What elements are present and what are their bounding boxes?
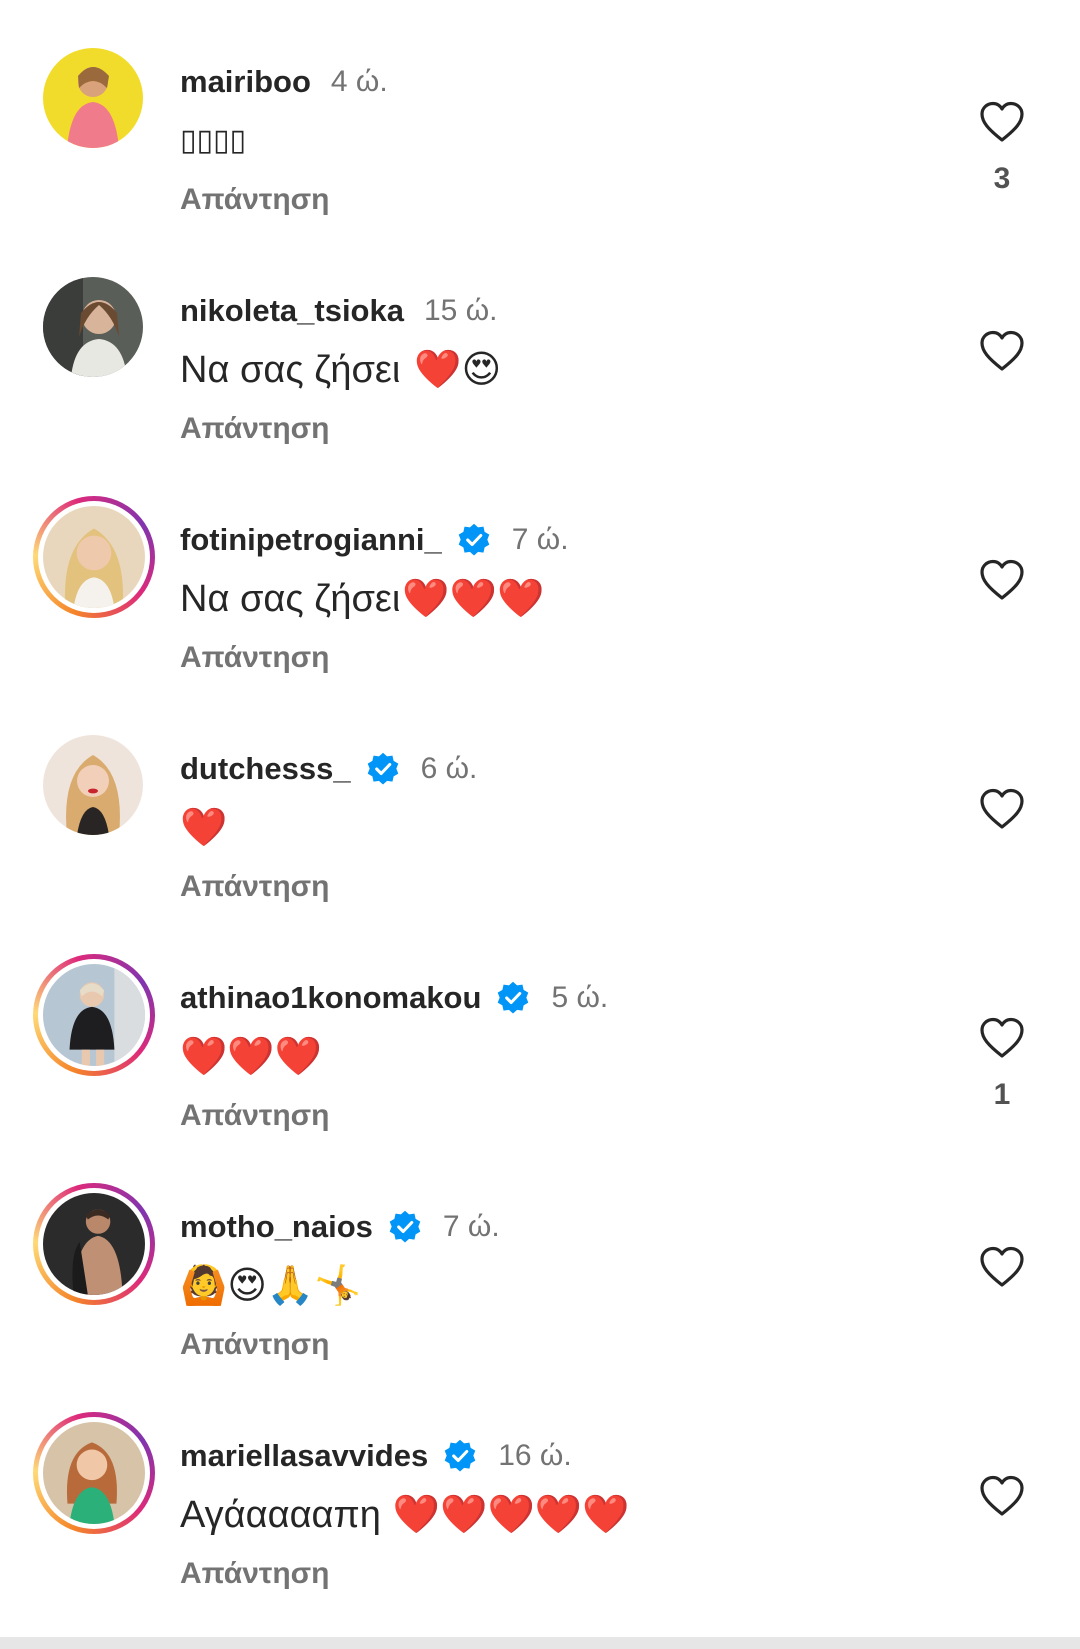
reply-button[interactable]: Απάντηση: [180, 1099, 330, 1133]
comment-emojis: ❤️❤️❤️: [402, 578, 545, 620]
like-button[interactable]: [980, 788, 1024, 830]
comment-text: Να σας ζήσει ❤️❤️❤️: [180, 574, 544, 624]
comment-time: 16 ώ.: [498, 1439, 572, 1472]
verified-badge-icon: [442, 1438, 478, 1474]
bottom-divider: [0, 1637, 1080, 1649]
like-count: 3: [993, 162, 1011, 195]
heart-outline-icon: [980, 101, 1024, 142]
avatar[interactable]: [33, 1412, 155, 1534]
like-button[interactable]: [980, 101, 1024, 143]
like-button[interactable]: [980, 1475, 1024, 1517]
username[interactable]: mairiboo: [180, 64, 311, 100]
verified-badge-icon: [365, 751, 401, 787]
comment-text: Αγάααααπη ❤️❤️❤️❤️❤️: [180, 1490, 629, 1540]
comment-item: mairiboo 4 ώ. ▯▯▯▯ Απάντηση 3: [0, 0, 1080, 229]
comment-item: fotinipetrogianni_ 7 ώ. Να σας ζήσει ❤️❤…: [0, 458, 1080, 687]
reply-button[interactable]: Απάντηση: [180, 641, 330, 675]
comment-item: mariellasavvides 16 ώ. Αγάααααπη ❤️❤️❤️❤…: [0, 1374, 1080, 1603]
like-button[interactable]: [980, 330, 1024, 372]
reply-button[interactable]: Απάντηση: [180, 412, 330, 446]
comment-meta: mariellasavvides 16 ώ.: [180, 1436, 572, 1476]
comment-time: 4 ώ.: [330, 65, 388, 98]
heart-outline-icon: [980, 788, 1024, 829]
comment-time: 7 ώ.: [442, 1210, 500, 1243]
reply-button[interactable]: Απάντηση: [180, 1557, 330, 1591]
like-button[interactable]: [980, 1017, 1024, 1059]
avatar[interactable]: [33, 496, 155, 618]
comment-meta: athinao1konomakou 5 ώ.: [180, 978, 608, 1018]
verified-badge-icon: [495, 980, 531, 1016]
username[interactable]: athinao1konomakou: [180, 980, 481, 1016]
comment-meta: motho_naios 7 ώ.: [180, 1207, 500, 1247]
username[interactable]: dutchesss_: [180, 751, 351, 787]
comment-item: nikoleta_tsioka 15 ώ. Να σας ζήσει ❤️😍 Α…: [0, 229, 1080, 458]
comment-text: ❤️❤️❤️: [180, 1032, 322, 1082]
avatar[interactable]: [43, 277, 143, 377]
comments-list: mairiboo 4 ώ. ▯▯▯▯ Απάντηση 3 nikoleta_t…: [0, 0, 1080, 1649]
comment-item: dutchesss_ 6 ώ. ❤️ Απάντηση: [0, 687, 1080, 916]
heart-outline-icon: [980, 559, 1024, 600]
comment-meta: mairiboo 4 ώ.: [180, 62, 388, 102]
comment-time: 6 ώ.: [420, 752, 478, 785]
comment-item: motho_naios 7 ώ. 🙆😍🙏🤸 Απάντηση: [0, 1145, 1080, 1374]
reply-button[interactable]: Απάντηση: [180, 870, 330, 904]
comment-text: ▯▯▯▯: [180, 116, 246, 166]
comment-emojis: ❤️❤️❤️❤️❤️: [392, 1494, 630, 1536]
heart-outline-icon: [980, 1246, 1024, 1287]
comment-text: ❤️: [180, 803, 227, 853]
comment-emojis: ❤️❤️❤️: [180, 1036, 322, 1078]
comment-time: 15 ώ.: [423, 294, 498, 327]
comment-glyphs: ▯▯▯▯: [180, 123, 247, 158]
avatar[interactable]: [33, 1183, 155, 1305]
comment-time: 5 ώ.: [551, 981, 609, 1014]
comment-item: athinao1konomakou 5 ώ. ❤️❤️❤️ Απάντηση 1: [0, 916, 1080, 1145]
heart-outline-icon: [980, 1475, 1024, 1516]
heart-outline-icon: [980, 1017, 1024, 1058]
avatar[interactable]: [43, 735, 143, 835]
comment-time: 7 ώ.: [511, 523, 569, 556]
username[interactable]: mariellasavvides: [180, 1438, 428, 1474]
comment-text: Να σας ζήσει ❤️😍: [180, 345, 501, 395]
comment-meta: fotinipetrogianni_ 7 ώ.: [180, 520, 569, 560]
comment-emojis: ❤️😍: [414, 349, 502, 391]
username[interactable]: motho_naios: [180, 1209, 373, 1245]
reply-button[interactable]: Απάντηση: [180, 1328, 330, 1362]
comment-emojis: 🙆😍🙏🤸: [180, 1265, 362, 1307]
comment-body: Να σας ζήσει: [180, 349, 401, 391]
comment-body: Να σας ζήσει: [180, 578, 401, 620]
comment-emojis: ❤️: [180, 807, 228, 849]
avatar[interactable]: [33, 954, 155, 1076]
avatar[interactable]: [43, 48, 143, 148]
comment-meta: nikoleta_tsioka 15 ώ.: [180, 291, 497, 331]
comment-text: 🙆😍🙏🤸: [180, 1261, 362, 1311]
like-button[interactable]: [980, 559, 1024, 601]
username[interactable]: nikoleta_tsioka: [180, 293, 404, 329]
verified-badge-icon: [387, 1209, 423, 1245]
reply-button[interactable]: Απάντηση: [180, 183, 330, 217]
username[interactable]: fotinipetrogianni_: [180, 522, 442, 558]
comment-body: Αγάααααπη: [180, 1494, 381, 1536]
like-button[interactable]: [980, 1246, 1024, 1288]
comment-meta: dutchesss_ 6 ώ.: [180, 749, 477, 789]
heart-outline-icon: [980, 330, 1024, 371]
verified-badge-icon: [456, 522, 492, 558]
like-count: 1: [993, 1078, 1011, 1111]
